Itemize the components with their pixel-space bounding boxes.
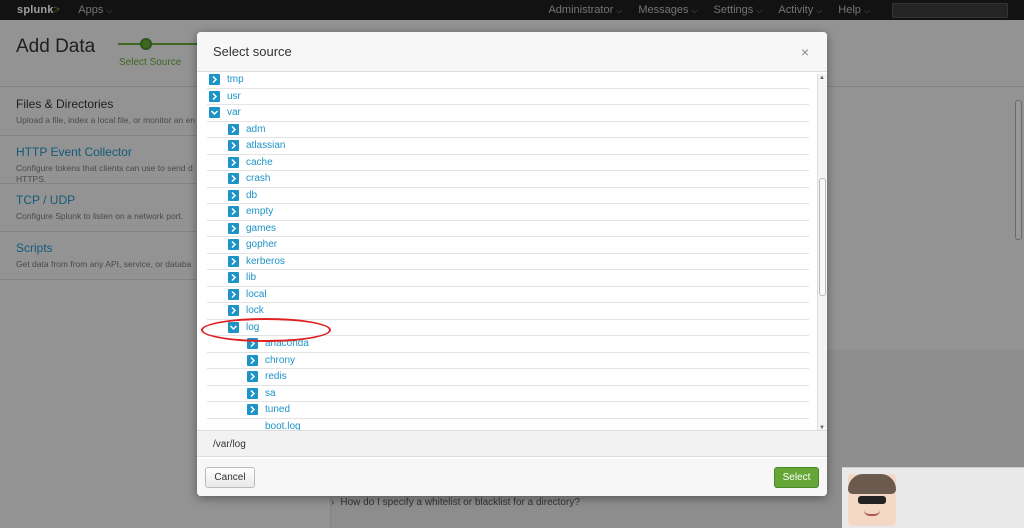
tree-node[interactable]: chrony — [207, 353, 809, 369]
chevron-right-icon[interactable] — [247, 387, 258, 399]
tree-scrollbar[interactable]: ▲ ▼ — [817, 74, 827, 432]
modal-header: Select source × — [197, 32, 827, 72]
chevron-right-icon[interactable] — [247, 371, 258, 383]
modal-footer: Cancel Select — [197, 459, 827, 496]
scroll-thumb[interactable] — [819, 178, 826, 296]
tree-node[interactable]: kerberos — [207, 254, 809, 270]
select-source-modal: Select source × tmp usr var adm atlassian cac… — [197, 32, 827, 496]
tree-node[interactable]: games — [207, 221, 809, 237]
tree-node-label[interactable]: usr — [227, 91, 241, 102]
tree-node[interactable]: crash — [207, 171, 809, 188]
tree-node-label[interactable]: lock — [246, 305, 264, 316]
tree-node[interactable]: tmp — [207, 72, 809, 89]
chevron-right-icon[interactable] — [228, 140, 239, 152]
tree-node[interactable]: sa — [207, 386, 809, 402]
selected-path: /var/log — [197, 430, 827, 457]
tree-node[interactable]: redis — [207, 369, 809, 386]
tree-node-label[interactable]: chrony — [265, 355, 295, 366]
chevron-down-icon[interactable] — [209, 107, 220, 119]
chevron-right-icon[interactable] — [228, 189, 239, 201]
cancel-button[interactable]: Cancel — [205, 467, 255, 488]
chevron-right-icon[interactable] — [228, 255, 239, 267]
tree-node-label[interactable]: gopher — [246, 239, 277, 250]
tree-node[interactable]: gopher — [207, 237, 809, 254]
tree-node[interactable]: var — [207, 105, 809, 122]
tree-node-label[interactable]: tuned — [265, 404, 290, 415]
tree-node[interactable]: atlassian — [207, 138, 809, 155]
tree-node[interactable]: tuned — [207, 402, 809, 419]
chevron-right-icon[interactable] — [247, 354, 258, 366]
tree-node-label[interactable]: games — [246, 223, 276, 234]
close-icon[interactable]: × — [801, 45, 809, 59]
chevron-right-icon[interactable] — [228, 288, 239, 300]
tree-node-label[interactable]: lib — [246, 272, 256, 283]
tree-node[interactable]: db — [207, 188, 809, 204]
chevron-right-icon[interactable] — [247, 404, 258, 416]
tree-node-label[interactable]: boot.log — [265, 421, 301, 430]
tree-node-label[interactable]: sa — [265, 388, 276, 399]
red-annotation-ellipse — [201, 318, 331, 342]
tree-node-label[interactable]: db — [246, 190, 257, 201]
chevron-right-icon[interactable] — [228, 156, 239, 168]
scroll-up-icon[interactable]: ▲ — [819, 75, 825, 81]
tree-node-label[interactable]: var — [227, 107, 241, 118]
chevron-right-icon[interactable] — [228, 239, 239, 251]
tree-node-label[interactable]: local — [246, 289, 267, 300]
chevron-right-icon[interactable] — [209, 74, 220, 86]
tree-node[interactable]: lock — [207, 303, 809, 320]
tree-node-label[interactable]: redis — [265, 371, 287, 382]
chevron-right-icon[interactable] — [228, 222, 239, 234]
modal-title: Select source — [213, 44, 292, 59]
chevron-right-icon[interactable] — [228, 206, 239, 218]
tree-node[interactable]: cache — [207, 155, 809, 171]
select-button[interactable]: Select — [774, 467, 819, 488]
tree-node[interactable]: local — [207, 287, 809, 303]
chevron-right-icon[interactable] — [228, 173, 239, 185]
tree-node-label[interactable]: cache — [246, 157, 273, 168]
chevron-right-icon[interactable] — [209, 90, 220, 102]
webcam-avatar — [842, 467, 1024, 528]
tree-node-label[interactable]: adm — [246, 124, 265, 135]
tree-node[interactable]: empty — [207, 204, 809, 221]
chevron-right-icon[interactable] — [228, 123, 239, 135]
tree-node-label[interactable]: kerberos — [246, 256, 285, 267]
chevron-right-icon[interactable] — [228, 272, 239, 284]
tree-node-label[interactable]: crash — [246, 173, 270, 184]
tree-node[interactable]: usr — [207, 89, 809, 105]
tree-node-label[interactable]: empty — [246, 206, 273, 217]
tree-node[interactable]: boot.log — [207, 419, 809, 430]
tree-node[interactable]: lib — [207, 270, 809, 287]
tree-node-label[interactable]: tmp — [227, 74, 244, 85]
tree-node[interactable]: adm — [207, 122, 809, 138]
directory-tree: tmp usr var adm atlassian cache crash db empty ga… — [207, 72, 827, 430]
chevron-right-icon[interactable] — [228, 305, 239, 317]
tree-node-label[interactable]: atlassian — [246, 140, 285, 151]
